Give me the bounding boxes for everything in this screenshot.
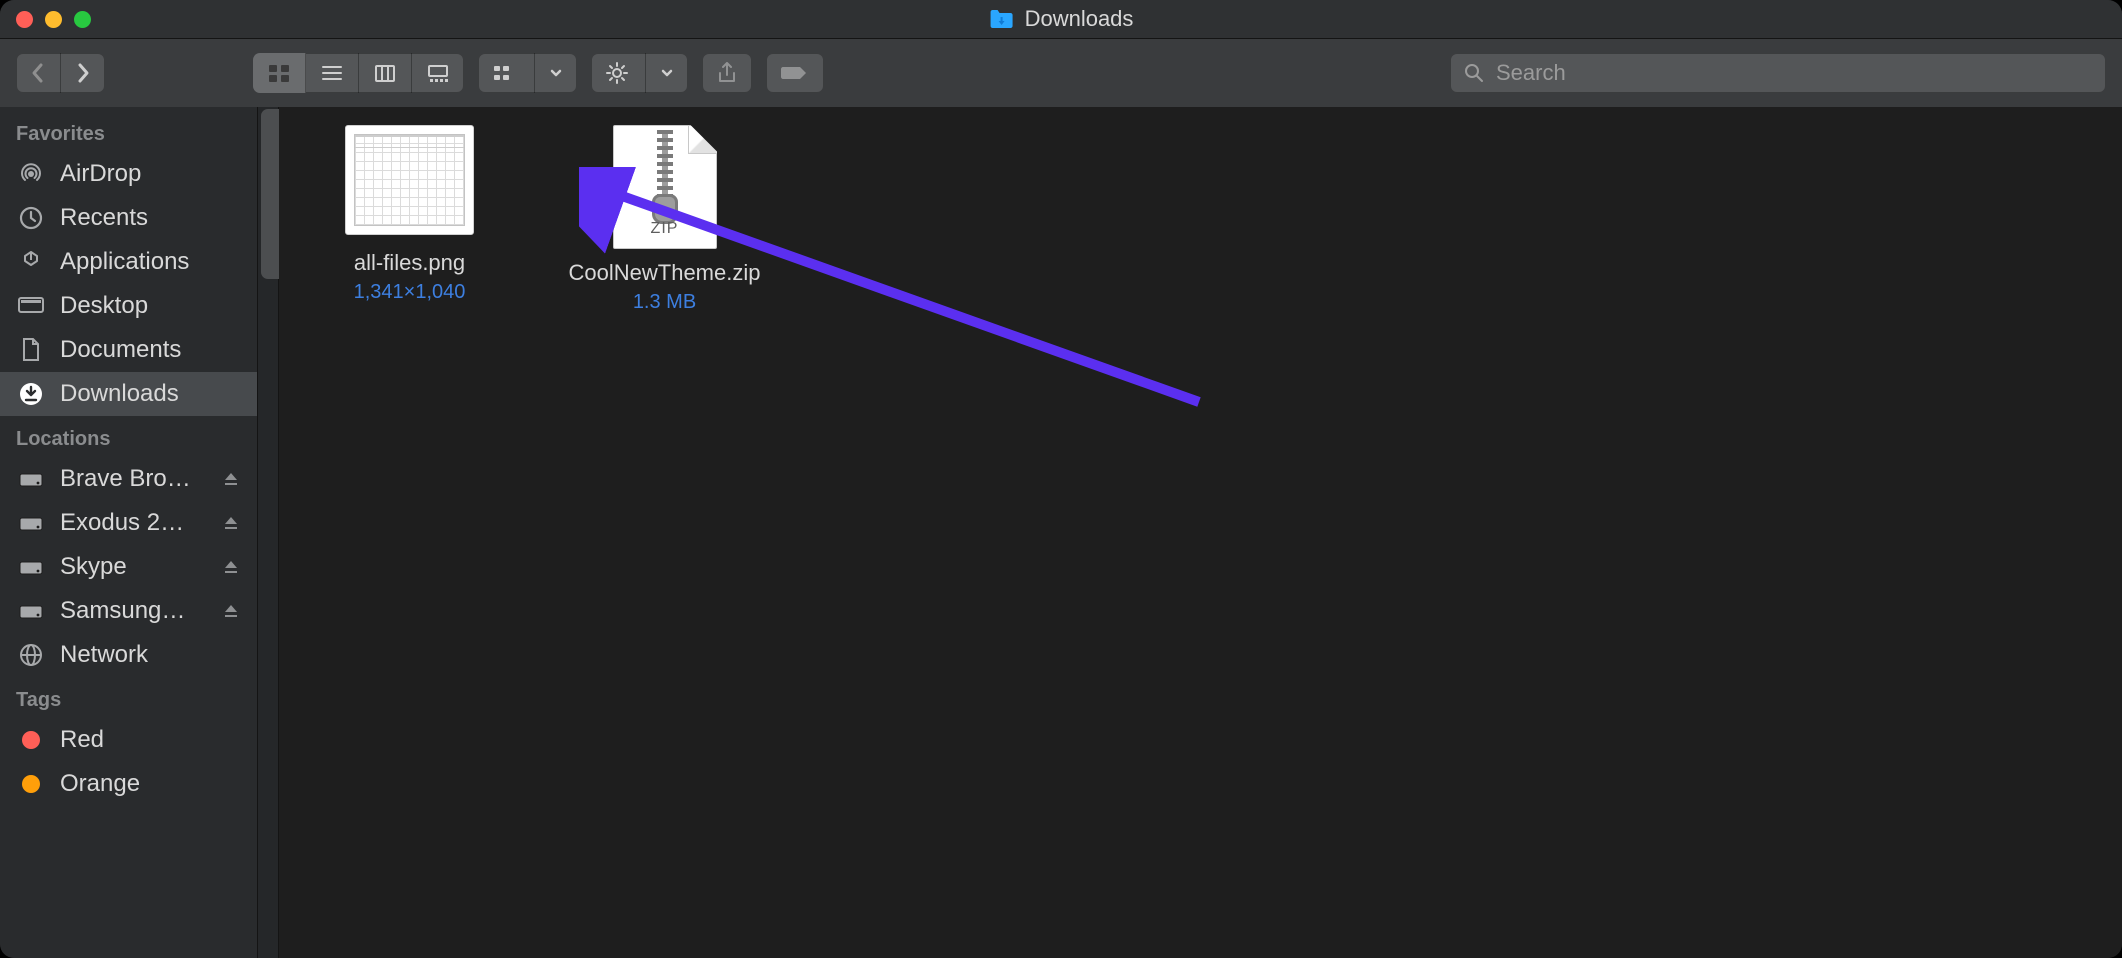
image-file-icon bbox=[345, 125, 474, 235]
file-meta: 1.3 MB bbox=[633, 291, 696, 314]
minimize-window-button[interactable] bbox=[45, 11, 62, 28]
tags-segment bbox=[766, 53, 824, 93]
network-icon bbox=[16, 642, 46, 668]
close-window-button[interactable] bbox=[16, 11, 33, 28]
eject-icon[interactable] bbox=[223, 559, 241, 575]
sidebar-item-samsung[interactable]: Samsung… bbox=[0, 589, 257, 633]
disk-icon bbox=[16, 468, 46, 490]
action-menu-chevron[interactable] bbox=[646, 53, 688, 93]
sidebar: Favorites AirDrop Recents Applications Deskt… bbox=[0, 107, 279, 958]
nav-segment bbox=[16, 53, 105, 93]
gallery-view-button[interactable] bbox=[412, 53, 464, 93]
sidebar-item-airdrop[interactable]: AirDrop bbox=[0, 152, 257, 196]
file-meta: 1,341×1,040 bbox=[354, 281, 466, 304]
disk-icon bbox=[16, 556, 46, 578]
sidebar-item-label: Documents bbox=[60, 336, 241, 364]
file-name: CoolNewTheme.zip bbox=[569, 259, 761, 287]
sidebar-item-label: Recents bbox=[60, 204, 241, 232]
view-mode-segment bbox=[253, 53, 464, 93]
column-view-button[interactable] bbox=[359, 53, 412, 93]
forward-button[interactable] bbox=[61, 53, 105, 93]
fullscreen-window-button[interactable] bbox=[74, 11, 91, 28]
window-body: Favorites AirDrop Recents Applications Deskt… bbox=[0, 107, 2122, 958]
action-segment bbox=[591, 53, 688, 93]
group-button[interactable] bbox=[478, 53, 535, 93]
share-segment bbox=[702, 53, 752, 93]
group-menu-chevron[interactable] bbox=[535, 53, 577, 93]
file-name: all-files.png bbox=[354, 249, 465, 277]
sidebar-item-label: Desktop bbox=[60, 292, 241, 320]
sidebar-item-desktop[interactable]: Desktop bbox=[0, 284, 257, 328]
disk-icon bbox=[16, 600, 46, 622]
list-view-button[interactable] bbox=[306, 53, 359, 93]
sidebar-item-label: Applications bbox=[60, 248, 241, 276]
eject-icon[interactable] bbox=[223, 471, 241, 487]
zip-file-icon: ZIP bbox=[613, 125, 717, 249]
edit-tags-button[interactable] bbox=[766, 53, 824, 93]
airdrop-icon bbox=[16, 161, 46, 187]
action-gear-button[interactable] bbox=[591, 53, 646, 93]
sidebar-item-label: Orange bbox=[60, 770, 241, 798]
sidebar-item-label: Red bbox=[60, 726, 241, 754]
share-button[interactable] bbox=[702, 53, 752, 93]
sidebar-item-recents[interactable]: Recents bbox=[0, 196, 257, 240]
sidebar-item-label: Brave Bro… bbox=[60, 465, 209, 493]
documents-icon bbox=[16, 337, 46, 363]
window-title-text: Downloads bbox=[1025, 6, 1134, 32]
zip-badge-text: ZIP bbox=[614, 220, 716, 238]
sidebar-scroll-area[interactable]: Favorites AirDrop Recents Applications Deskt… bbox=[0, 107, 257, 958]
sidebar-item-exodus-2[interactable]: Exodus 2… bbox=[0, 501, 257, 545]
titlebar: Downloads bbox=[0, 0, 2122, 39]
sidebar-item-label: Network bbox=[60, 641, 241, 669]
file-item[interactable]: all-files.png 1,341×1,040 bbox=[297, 125, 522, 304]
sidebar-item-label: Skype bbox=[60, 553, 209, 581]
sidebar-item-downloads[interactable]: Downloads bbox=[0, 372, 257, 416]
finder-window: Downloads bbox=[0, 0, 2122, 958]
sidebar-item-label: Exodus 2… bbox=[60, 509, 209, 537]
content-area[interactable]: all-files.png 1,341×1,040 ZIP CoolNewTheme.… bbox=[279, 107, 2122, 958]
tag-dot-icon bbox=[16, 731, 46, 749]
sidebar-item-label: Downloads bbox=[60, 380, 241, 408]
eject-icon[interactable] bbox=[223, 603, 241, 619]
traffic-lights bbox=[16, 11, 91, 28]
search-icon bbox=[1464, 63, 1484, 83]
window-title: Downloads bbox=[989, 6, 1134, 32]
sidebar-item-skype[interactable]: Skype bbox=[0, 545, 257, 589]
sidebar-item-red[interactable]: Red bbox=[0, 718, 257, 762]
sidebar-section-heading: Locations bbox=[0, 416, 257, 457]
sidebar-section-heading: Favorites bbox=[0, 111, 257, 152]
downloads-folder-icon bbox=[989, 8, 1015, 30]
applications-icon bbox=[16, 249, 46, 275]
recents-icon bbox=[16, 205, 46, 231]
toolbar bbox=[0, 39, 2122, 108]
sidebar-scrollbar[interactable] bbox=[257, 107, 278, 958]
search-input[interactable] bbox=[1496, 60, 2092, 86]
sidebar-item-label: Samsung… bbox=[60, 597, 209, 625]
downloads-icon bbox=[16, 381, 46, 407]
sidebar-item-documents[interactable]: Documents bbox=[0, 328, 257, 372]
icon-view-button[interactable] bbox=[253, 53, 306, 93]
sidebar-item-network[interactable]: Network bbox=[0, 633, 257, 677]
disk-icon bbox=[16, 512, 46, 534]
file-item[interactable]: ZIP CoolNewTheme.zip 1.3 MB bbox=[552, 125, 777, 314]
sidebar-item-orange[interactable]: Orange bbox=[0, 762, 257, 806]
sidebar-section-heading: Tags bbox=[0, 677, 257, 718]
group-segment bbox=[478, 53, 577, 93]
tag-dot-icon bbox=[16, 775, 46, 793]
search-field[interactable] bbox=[1450, 53, 2106, 93]
sidebar-item-label: AirDrop bbox=[60, 160, 241, 188]
desktop-icon bbox=[16, 295, 46, 317]
eject-icon[interactable] bbox=[223, 515, 241, 531]
sidebar-item-brave-bro[interactable]: Brave Bro… bbox=[0, 457, 257, 501]
back-button[interactable] bbox=[16, 53, 61, 93]
sidebar-item-applications[interactable]: Applications bbox=[0, 240, 257, 284]
